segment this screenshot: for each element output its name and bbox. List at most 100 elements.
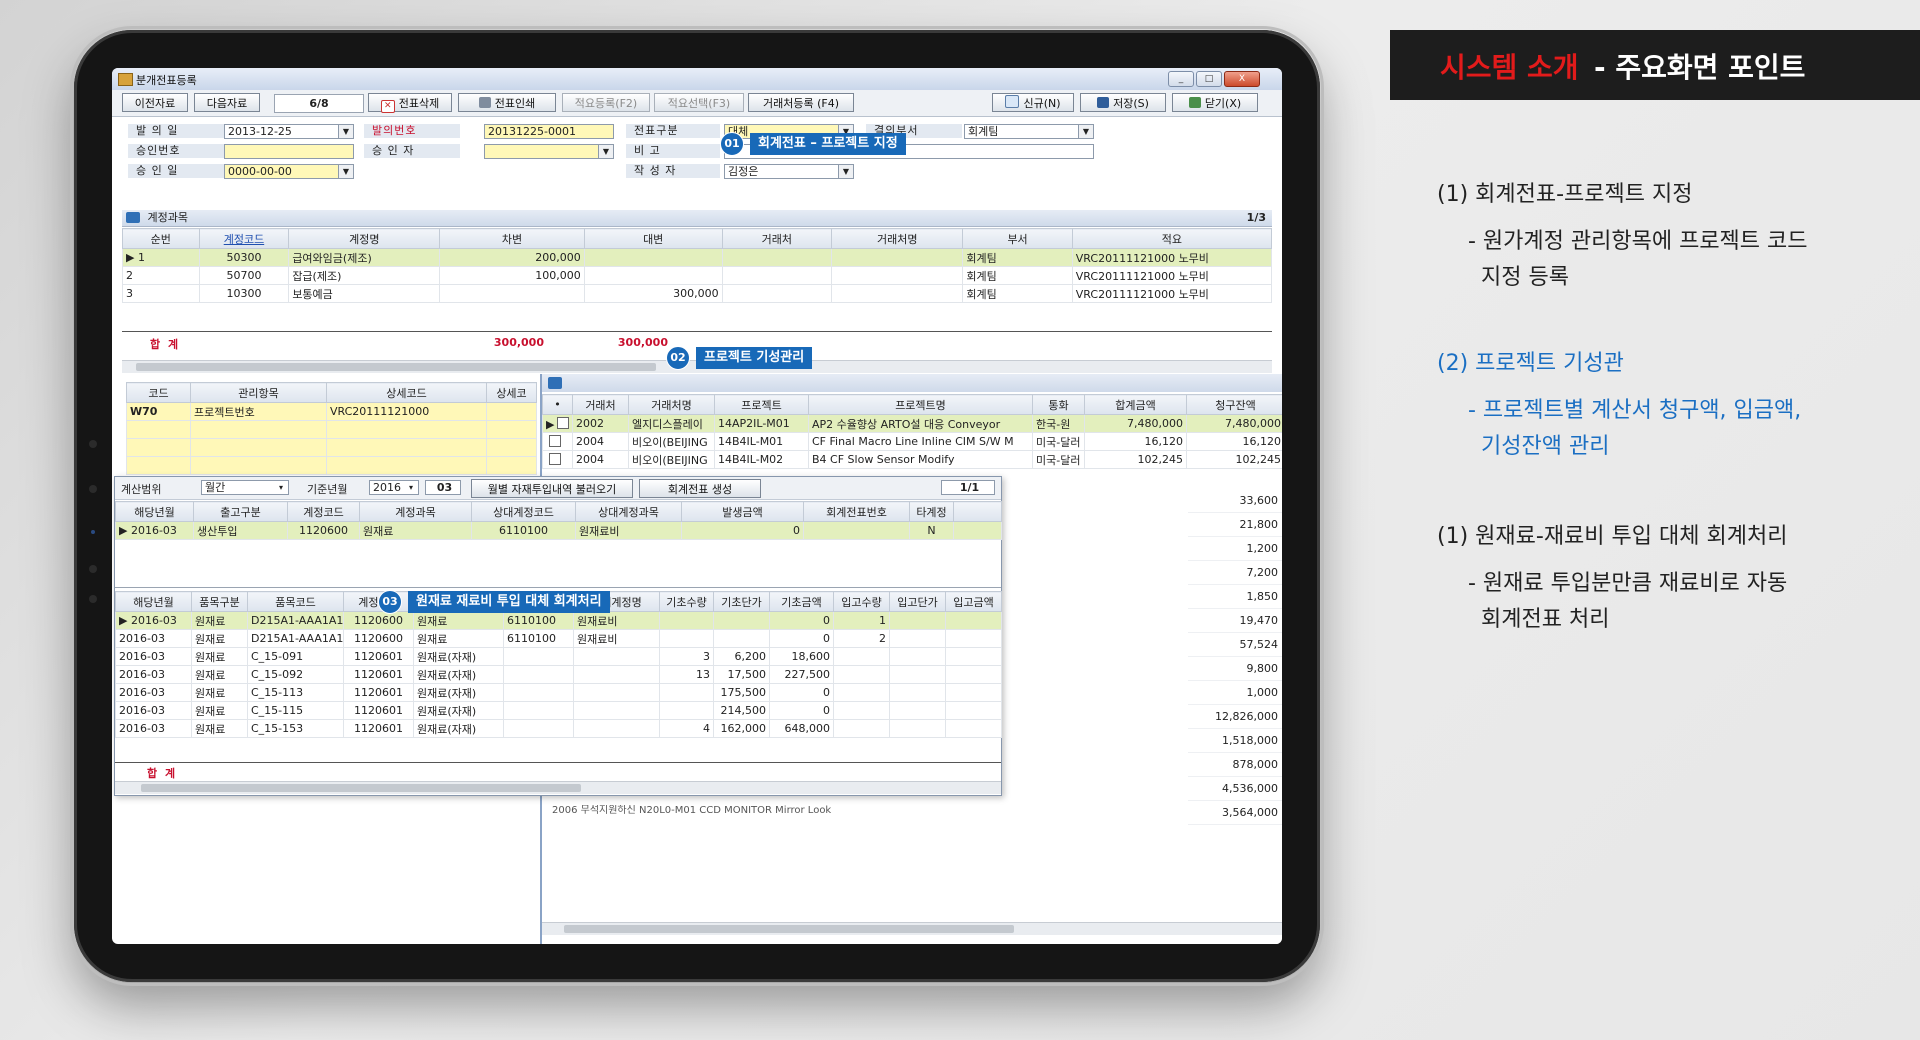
col-other-acct[interactable]: 타계정 <box>909 501 954 522</box>
detail-rel-name[interactable] <box>573 719 660 738</box>
detail-in-amount[interactable] <box>945 683 1002 702</box>
project-balance-cell[interactable]: 19,470 <box>1188 609 1282 633</box>
detail-rel-acct[interactable] <box>503 701 574 720</box>
account-name[interactable]: 급여와임금(제조) <box>288 248 441 267</box>
material-row[interactable]: 2016-03 원재료 C_15-092 1120601 원재료(자재) 13 17,500… <box>115 665 1002 684</box>
chevron-down-icon[interactable]: ▼ <box>338 165 353 178</box>
detail-acct-name[interactable]: 원재료(자재) <box>413 701 504 720</box>
detail-item-code[interactable]: C_15-091 <box>247 647 344 666</box>
mgmt-row[interactable]: W70 프로젝트번호 VRC20111121000 <box>126 402 537 421</box>
detail-item-code[interactable]: C_15-115 <box>247 701 344 720</box>
credit-amount[interactable] <box>583 248 723 267</box>
project-partner-name[interactable]: 비오이(BEIJING <box>628 450 715 469</box>
detail-open-qty[interactable]: 13 <box>659 665 714 684</box>
chevron-down-icon[interactable]: ▼ <box>1078 125 1093 138</box>
col-partner-name[interactable]: 거래처명 <box>831 228 964 249</box>
project-name[interactable]: AP2 수율향상 ARTO설 대응 Conveyor <box>808 414 1033 433</box>
detail-acct-code[interactable]: 1120600 <box>343 611 414 630</box>
project-balance-cell[interactable]: 878,000 <box>1188 753 1282 777</box>
project-balance-cell[interactable]: 21,800 <box>1188 513 1282 537</box>
detail-open-amount[interactable]: 0 <box>769 683 834 702</box>
col-proj-name[interactable]: 프로젝트명 <box>808 394 1033 415</box>
detail-acct-code[interactable]: 1120601 <box>343 719 414 738</box>
detail-rel-acct[interactable] <box>503 665 574 684</box>
mgmt-empty-row[interactable] <box>126 456 537 475</box>
material-row[interactable]: 2016-03 원재료 C_15-113 1120601 원재료(자재) 175,500 0 <box>115 683 1002 702</box>
detail-open-price[interactable] <box>713 629 770 648</box>
detail-in-qty[interactable]: 2 <box>833 629 890 648</box>
detail-acct-code[interactable]: 1120601 <box>343 701 414 720</box>
col-partner[interactable]: 거래처 <box>721 228 833 249</box>
detail-open-amount[interactable]: 227,500 <box>769 665 834 684</box>
project-balance-cell[interactable]: 1,000 <box>1188 681 1282 705</box>
debit-amount[interactable] <box>439 284 585 303</box>
partner-name[interactable] <box>831 284 964 303</box>
scroll-thumb[interactable] <box>136 363 656 371</box>
col-in-price[interactable]: 입고단가 <box>889 591 946 612</box>
project-balance[interactable]: 7,480,000 <box>1186 414 1282 433</box>
memo[interactable]: VRC20111121000 노무비 <box>1071 266 1273 285</box>
col-ym[interactable]: 해당년월 <box>115 591 192 612</box>
material-hscrollbar[interactable] <box>115 781 1001 794</box>
project-partner[interactable]: 2004 <box>572 432 629 451</box>
detail-in-price[interactable] <box>889 647 946 666</box>
partner-register-button[interactable]: 거래처등록 (F4) <box>748 93 854 112</box>
detail-open-qty[interactable] <box>659 629 714 648</box>
detail-in-price[interactable] <box>889 629 946 648</box>
col-open-price[interactable]: 기초단가 <box>713 591 770 612</box>
dept[interactable]: 회계팀 <box>962 248 1073 267</box>
scroll-thumb[interactable] <box>141 784 581 792</box>
project-total[interactable]: 102,245 <box>1084 450 1187 469</box>
detail-acct-name[interactable]: 원재료(자재) <box>413 647 504 666</box>
col-mgmt-detail[interactable]: 상세코드 <box>326 382 487 403</box>
col-mgmt-item[interactable]: 관리항목 <box>190 382 327 403</box>
scroll-thumb[interactable] <box>564 925 1014 933</box>
row-checkbox[interactable] <box>549 452 561 465</box>
detail-in-price[interactable] <box>889 701 946 720</box>
project-balance-cell[interactable]: 3,564,000 <box>1188 801 1282 825</box>
dept[interactable]: 회계팀 <box>962 266 1073 285</box>
detail-acct-name[interactable]: 원재료(자재) <box>413 683 504 702</box>
mgmt-empty-row[interactable] <box>126 438 537 457</box>
project-balance-cell[interactable]: 1,850 <box>1188 585 1282 609</box>
col-amount[interactable]: 발생금액 <box>681 501 804 522</box>
account-code[interactable]: 10300 <box>198 284 290 303</box>
material-row[interactable]: 2016-03 원재료 C_15-115 1120601 원재료(자재) 214,500 0 <box>115 701 1002 720</box>
mgmt-detail[interactable]: VRC20111121000 <box>326 402 487 421</box>
new-button[interactable]: 신규(N) <box>992 93 1074 112</box>
memo-register-button[interactable]: 적요등록(F2) <box>562 93 650 112</box>
close-window-button[interactable]: X <box>1224 71 1260 87</box>
date-field[interactable]: 2013-12-25 ▼ <box>224 124 354 139</box>
detail-rel-name[interactable] <box>573 683 660 702</box>
partner-code[interactable] <box>721 284 833 303</box>
col-item-code[interactable]: 품목코드 <box>247 591 344 612</box>
detail-in-price[interactable] <box>889 683 946 702</box>
detail-open-price[interactable]: 162,000 <box>713 719 770 738</box>
detail-in-qty[interactable] <box>833 701 890 720</box>
account-row[interactable]: ▶ 1 50300 급여와임금(제조) 200,000 회계팀 VRC2011112100… <box>122 248 1273 267</box>
project-name[interactable]: CF Final Macro Line Inline CIM S/W M <box>808 432 1033 451</box>
detail-acct-name[interactable]: 원재료(자재) <box>413 719 504 738</box>
memo[interactable]: VRC20111121000 노무비 <box>1071 284 1273 303</box>
col-proj-partner-name[interactable]: 거래처명 <box>628 394 715 415</box>
range-select[interactable]: 월간 ▾ <box>201 480 289 495</box>
col-rel-code[interactable]: 상대계정코드 <box>471 501 576 522</box>
mgmt-code[interactable]: W70 <box>126 402 191 421</box>
project-currency[interactable]: 미국-달러 <box>1032 450 1085 469</box>
mgmt-extra[interactable] <box>486 402 537 421</box>
detail-in-qty[interactable] <box>833 647 890 666</box>
col-proj-partner[interactable]: 거래처 <box>572 394 629 415</box>
col-proj-code[interactable]: 프로젝트 <box>714 394 809 415</box>
row-checkbox[interactable] <box>557 416 570 429</box>
year-select[interactable]: 2016 ▾ <box>369 480 419 495</box>
approve-no-field[interactable] <box>224 144 354 159</box>
detail-in-amount[interactable] <box>945 629 1002 648</box>
project-code[interactable]: 14B4IL-M01 <box>714 432 809 451</box>
col-rel-acct[interactable]: 상대계정과목 <box>575 501 682 522</box>
prev-record-button[interactable]: 이전자료 <box>122 93 188 112</box>
col-dept[interactable]: 부서 <box>962 228 1073 249</box>
next-record-button[interactable]: 다음자료 <box>194 93 260 112</box>
col-debit[interactable]: 차변 <box>439 228 585 249</box>
col-proj-total[interactable]: 합계금액 <box>1084 394 1187 415</box>
detail-open-amount[interactable]: 0 <box>769 611 834 630</box>
